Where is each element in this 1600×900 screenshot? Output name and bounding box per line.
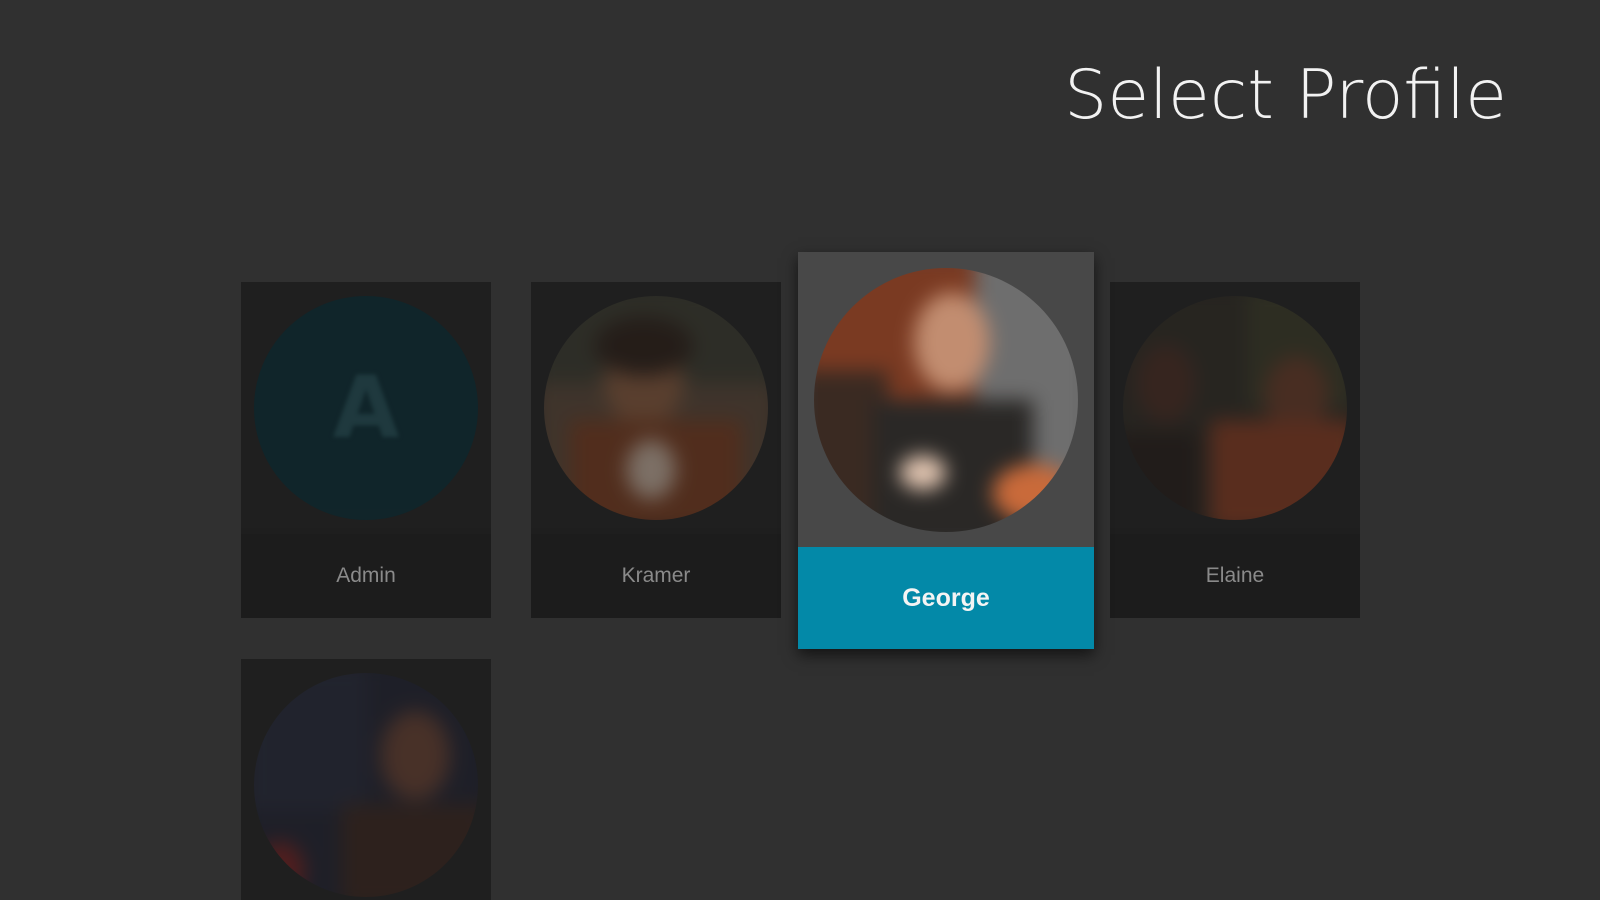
avatar-photo [254,673,478,897]
avatar: A [254,296,478,520]
avatar [814,268,1078,532]
profile-select-screen: Select Profile A Admin Kramer George Ela… [0,0,1600,900]
profile-card-elaine[interactable]: Elaine [1110,282,1360,618]
profile-card-george[interactable]: George [798,252,1094,649]
profile-avatar-area [798,252,1094,547]
profile-name: George [798,547,1094,649]
profile-card-kramer[interactable]: Kramer [531,282,781,618]
profile-name: Admin [241,534,491,618]
profile-card-5[interactable] [241,659,491,900]
profile-name: Elaine [1110,534,1360,618]
profile-avatar-area [531,282,781,528]
avatar [544,296,768,520]
profile-avatar-area [241,659,491,900]
page-title: Select Profile [1064,56,1507,135]
profile-name: Kramer [531,534,781,618]
profile-avatar-area: A [241,282,491,528]
avatar [1123,296,1347,520]
avatar-photo [544,296,768,520]
avatar-photo [814,268,1078,532]
profile-card-admin[interactable]: A Admin [241,282,491,618]
avatar-photo [1123,296,1347,520]
profile-avatar-area [1110,282,1360,528]
avatar-initial: A [332,358,400,458]
avatar [254,673,478,897]
